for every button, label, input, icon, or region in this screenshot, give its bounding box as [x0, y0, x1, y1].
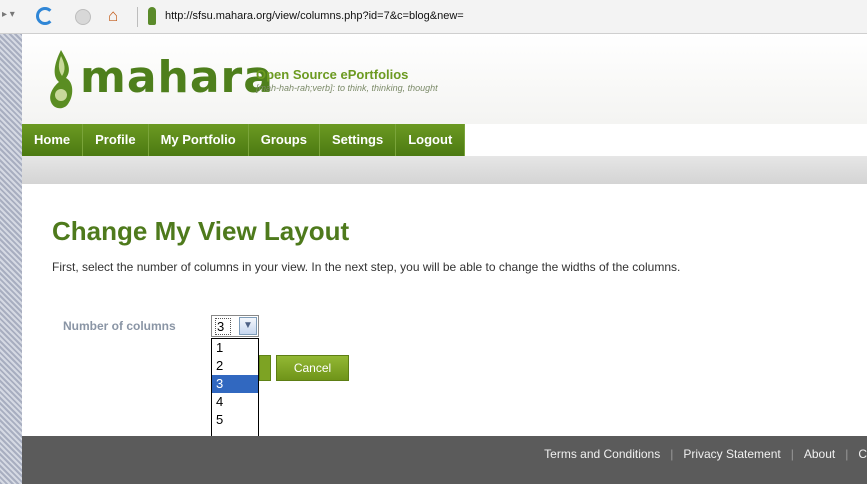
address-bar[interactable]: http://sfsu.mahara.org/view/columns.php?…	[165, 10, 464, 22]
nav-item-groups[interactable]: Groups	[248, 124, 320, 156]
columns-option-2[interactable]: 2	[212, 357, 258, 375]
columns-select[interactable]: 3 ▼	[211, 315, 259, 337]
site-header: mahara Open Source ePortfolios [mah-hah-…	[22, 34, 867, 124]
home-icon[interactable]: ⌂	[108, 6, 118, 26]
columns-option-5[interactable]: 5	[212, 411, 258, 429]
mahara-logo-icon[interactable]	[46, 48, 76, 112]
nav-item-logout[interactable]: Logout	[396, 124, 466, 156]
footer-link-contact[interactable]: C	[858, 447, 867, 461]
footer-link-privacy[interactable]: Privacy Statement	[683, 447, 780, 461]
nav-tabs: Home Profile My Portfolio Groups Setting…	[22, 124, 466, 156]
nav-item-my-portfolio[interactable]: My Portfolio	[148, 124, 249, 156]
footer-separator: |	[790, 447, 794, 461]
left-frame-border	[0, 34, 22, 484]
sub-navigation-bar	[22, 156, 867, 184]
tagline-title: Open Source ePortfolios	[256, 67, 409, 82]
columns-option-3[interactable]: 3	[212, 375, 258, 393]
nav-item-home[interactable]: Home	[22, 124, 84, 156]
logo-wordmark[interactable]: mahara	[80, 52, 274, 103]
stop-icon[interactable]	[75, 9, 91, 25]
columns-dropdown-list: 1 2 3 4 5	[211, 338, 259, 444]
nav-item-profile[interactable]: Profile	[83, 124, 149, 156]
site-favicon-icon	[148, 7, 156, 25]
columns-label: Number of columns	[63, 319, 176, 333]
footer-link-terms[interactable]: Terms and Conditions	[544, 447, 660, 461]
footer-link-about[interactable]: About	[804, 447, 835, 461]
columns-option-1[interactable]: 1	[212, 339, 258, 357]
refresh-icon[interactable]	[36, 7, 54, 25]
site-footer: Terms and Conditions | Privacy Statement…	[22, 436, 867, 484]
footer-separator: |	[670, 447, 674, 461]
toolbar-divider	[137, 7, 138, 27]
cancel-button[interactable]: Cancel	[276, 355, 349, 381]
next-button[interactable]	[259, 355, 271, 381]
columns-select-value: 3	[215, 318, 231, 335]
nav-item-settings[interactable]: Settings	[319, 124, 397, 156]
page-title: Change My View Layout	[52, 216, 350, 246]
chevron-down-icon[interactable]: ▼	[239, 317, 257, 335]
columns-option-4[interactable]: 4	[212, 393, 258, 411]
back-forward-icon[interactable]: ▸ ▾	[2, 9, 15, 20]
site-tagline: Open Source ePortfolios [mah-hah-rah;ver…	[256, 67, 438, 93]
footer-links: Terms and Conditions | Privacy Statement…	[544, 447, 867, 461]
tagline-subtitle: [mah-hah-rah;verb]: to think, thinking, …	[256, 83, 438, 93]
intro-text: First, select the number of columns in y…	[52, 260, 681, 274]
browser-toolbar: ▸ ▾ ⌂ http://sfsu.mahara.org/view/column…	[0, 0, 867, 34]
footer-separator: |	[845, 447, 849, 461]
main-navigation: Home Profile My Portfolio Groups Setting…	[22, 124, 867, 156]
